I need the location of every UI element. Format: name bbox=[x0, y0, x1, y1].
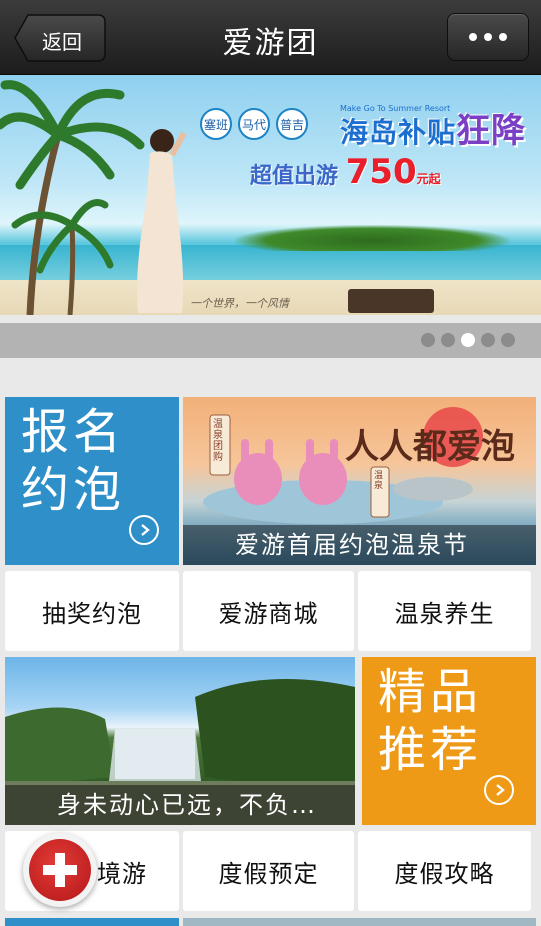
signup-line2: 约泡 bbox=[21, 462, 126, 518]
price-prefix: 超值出游 bbox=[250, 164, 339, 189]
menu-guide[interactable]: 度假攻略 bbox=[358, 831, 531, 911]
price-value: 750 bbox=[345, 152, 417, 192]
featured-tile[interactable]: 精品 推荐 bbox=[362, 657, 536, 825]
menu-mall[interactable]: 爱游商城 bbox=[183, 571, 354, 651]
destination-list: 塞班 马代 普吉 bbox=[200, 108, 308, 140]
price-unit: 元起 bbox=[416, 172, 441, 186]
signup-line1: 报名 bbox=[21, 404, 126, 460]
more-dots-icon bbox=[484, 33, 492, 41]
carousel-dot-active[interactable] bbox=[461, 333, 475, 347]
chevron-right-circle-icon bbox=[129, 515, 159, 545]
onsen-festival-tile[interactable]: 温泉团购 温泉 人人都爱泡 爱游首届约泡温泉节 bbox=[183, 397, 536, 565]
onsen-sign-left: 温泉团购 bbox=[213, 419, 223, 463]
signup-tile-text: 报名 约泡 bbox=[21, 403, 125, 519]
promo-title-text: 海岛补贴 bbox=[340, 116, 457, 149]
carousel-dot[interactable] bbox=[441, 333, 455, 347]
waterfall-tile[interactable]: 身未动心已远，不负… bbox=[5, 657, 355, 825]
more-dots-icon bbox=[499, 33, 507, 41]
onsen-caption: 爱游首届约泡温泉节 bbox=[183, 525, 536, 565]
signup-tile[interactable]: 报名 约泡 bbox=[5, 397, 179, 565]
banner-island bbox=[235, 225, 510, 251]
next-tile-peek bbox=[183, 918, 536, 926]
woman-figure bbox=[137, 129, 187, 313]
featured-line1: 精品 bbox=[378, 664, 483, 720]
menu-hotspring[interactable]: 温泉养生 bbox=[358, 571, 531, 651]
featured-tile-text: 精品 推荐 bbox=[378, 663, 482, 779]
banner-slogan: 一个世界，一个风情 bbox=[190, 297, 289, 310]
featured-line2: 推荐 bbox=[378, 722, 483, 778]
menu-lottery[interactable]: 抽奖约泡 bbox=[5, 571, 179, 651]
carousel-dot[interactable] bbox=[501, 333, 515, 347]
add-fab-button[interactable] bbox=[23, 833, 97, 907]
promo-title-emphasis: 狂降 bbox=[456, 111, 527, 151]
destination-badge: 塞班 bbox=[200, 108, 232, 140]
more-button[interactable] bbox=[447, 13, 529, 61]
destination-badge: 普吉 bbox=[276, 108, 308, 140]
next-row-strip bbox=[0, 916, 541, 926]
carousel-dot[interactable] bbox=[421, 333, 435, 347]
top-bar: 返回 爱游团 bbox=[0, 0, 541, 75]
waterfall-caption: 身未动心已远，不负… bbox=[5, 785, 355, 825]
carousel-indicator-bar bbox=[0, 323, 541, 358]
carousel-dots bbox=[421, 333, 515, 347]
promo-banner[interactable]: 塞班 马代 普吉 Make Go To Summer Resort 海岛补贴狂降… bbox=[0, 75, 541, 315]
destination-badge: 马代 bbox=[238, 108, 270, 140]
onsen-headline: 人人都爱泡 bbox=[345, 427, 515, 467]
promo-title: 海岛补贴狂降 bbox=[340, 103, 526, 152]
chevron-right-circle-icon bbox=[484, 775, 514, 805]
onsen-sign-right: 温泉 bbox=[374, 471, 384, 491]
carousel-dot[interactable] bbox=[481, 333, 495, 347]
suitcase-image bbox=[348, 289, 434, 313]
plus-icon bbox=[29, 839, 91, 901]
promo-price: 超值出游 750元起 bbox=[250, 152, 441, 192]
more-dots-icon bbox=[469, 33, 477, 41]
menu-booking[interactable]: 度假预定 bbox=[183, 831, 354, 911]
next-tile-peek bbox=[5, 918, 179, 926]
